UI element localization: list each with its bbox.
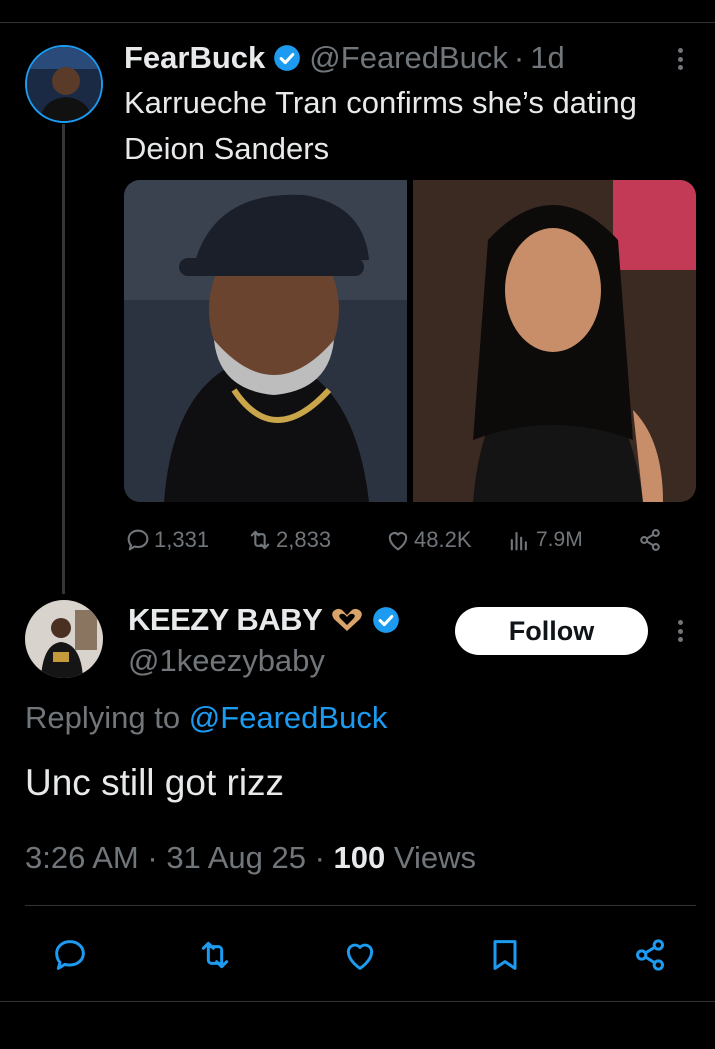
reply-time[interactable]: 3:26 AM — [25, 840, 139, 875]
reply-icon — [127, 529, 149, 551]
separator-dot: · — [314, 840, 334, 875]
separator-dot: · — [147, 840, 167, 875]
avatar[interactable] — [25, 45, 103, 123]
heart-icon[interactable] — [340, 935, 380, 975]
follow-button[interactable]: Follow — [455, 607, 648, 655]
verified-badge-icon — [274, 45, 301, 71]
tweet-text: Karrueche Tran confirms she’s dating Dei… — [124, 85, 637, 166]
share-icon[interactable] — [630, 935, 670, 975]
like-button[interactable]: 48.2K — [384, 526, 506, 554]
photo-icon — [124, 180, 407, 502]
repost-icon[interactable] — [195, 935, 235, 975]
replying-mention[interactable]: @FearedBuck — [189, 700, 388, 735]
person-avatar-icon — [27, 47, 101, 121]
verified-badge-icon — [373, 607, 400, 633]
views-button[interactable]: 7.9M — [506, 526, 636, 554]
more-options-icon[interactable] — [670, 44, 690, 74]
repost-button[interactable]: 2,833 — [246, 526, 384, 554]
like-count: 48.2K — [414, 527, 472, 552]
repost-icon — [250, 530, 270, 550]
top-divider — [0, 22, 715, 23]
views-count: 7.9M — [536, 528, 583, 551]
reply-meta: 3:26 AM · 31 Aug 25 · 100 Views — [25, 840, 476, 876]
thread-line — [62, 124, 65, 594]
reply-count: 1,331 — [154, 527, 210, 552]
replying-label: Replying to — [25, 700, 181, 735]
more-options-icon[interactable] — [670, 616, 690, 646]
tweet-time[interactable]: 1d — [530, 40, 564, 76]
share-button[interactable] — [636, 526, 666, 554]
reply-author-name[interactable]: KEEZY BABY — [128, 602, 323, 638]
reply-views-label: Views — [393, 840, 477, 875]
divider — [25, 905, 696, 906]
reply-avatar[interactable] — [25, 600, 103, 678]
bookmark-icon[interactable] — [485, 935, 525, 975]
tweet-image-right[interactable] — [413, 180, 696, 502]
reply-views-count: 100 — [333, 840, 386, 875]
share-icon — [640, 529, 660, 551]
reply-date[interactable]: 31 Aug 25 — [166, 840, 306, 875]
person-avatar-icon — [25, 600, 103, 678]
divider — [0, 1001, 715, 1002]
heart-icon — [388, 532, 408, 551]
bar-chart-icon — [510, 531, 527, 551]
separator-dot: · — [513, 40, 525, 75]
author-name[interactable]: FearBuck — [124, 40, 265, 76]
author-handle[interactable]: @FearedBuck — [309, 40, 508, 76]
reply-author-handle[interactable]: @1keezybaby — [128, 643, 325, 679]
heart-hands-icon — [332, 608, 363, 631]
reply-button[interactable]: 1,331 — [124, 526, 246, 554]
photo-icon — [413, 180, 696, 502]
reply-icon[interactable] — [50, 935, 90, 975]
tweet-image-left[interactable] — [124, 180, 407, 502]
repost-count: 2,833 — [276, 527, 332, 552]
reply-text: Unc still got rizz — [25, 762, 285, 803]
replying-to: Replying to @FearedBuck — [25, 700, 387, 736]
